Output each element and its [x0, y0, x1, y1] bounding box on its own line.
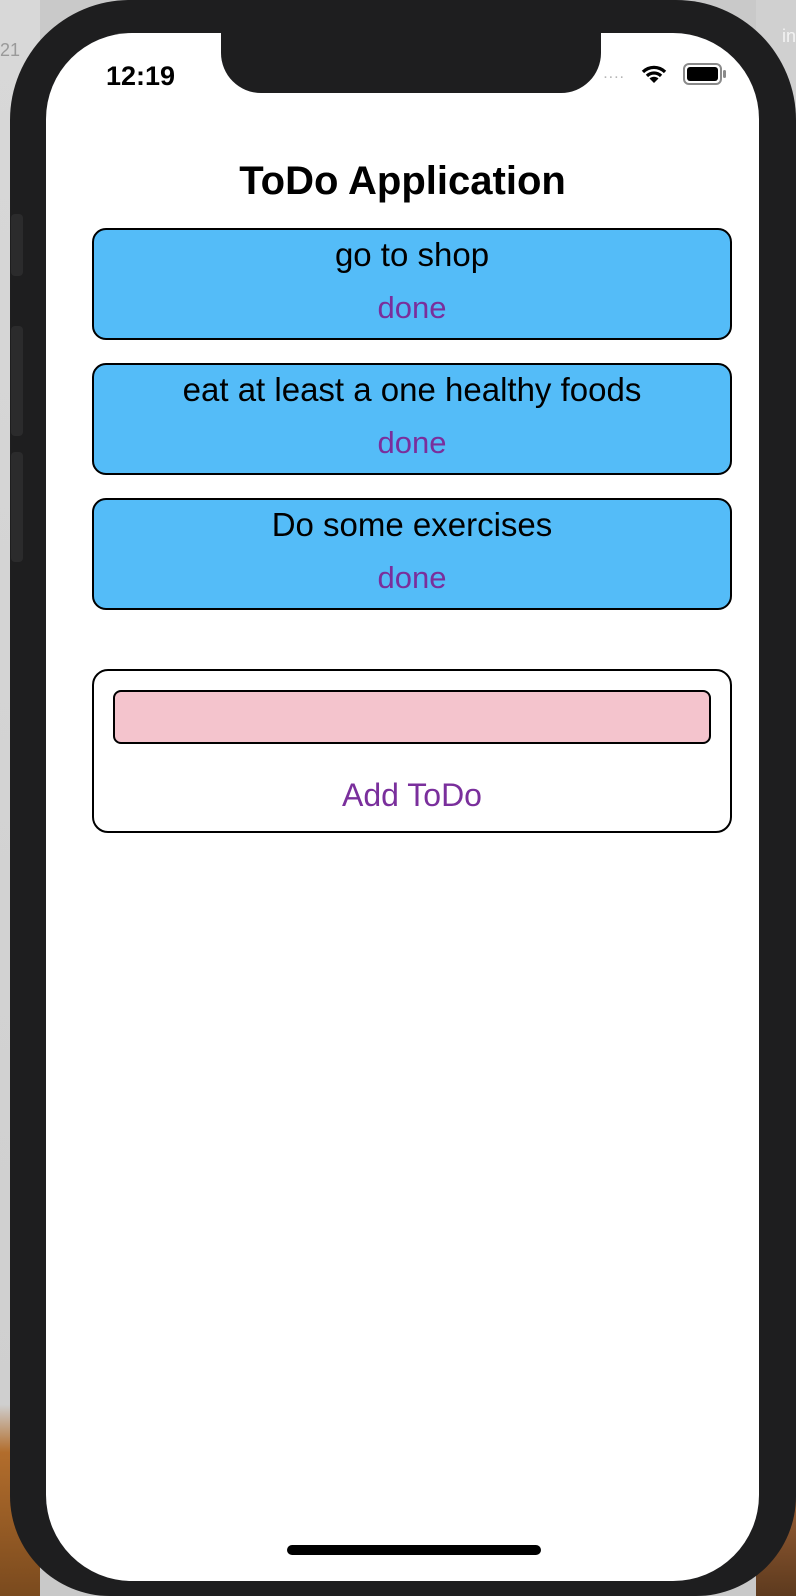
todo-item-text: go to shop	[334, 236, 490, 273]
done-button[interactable]: done	[94, 425, 730, 461]
desktop-label-left: 21	[0, 40, 21, 60]
todo-item: go to shop done	[92, 228, 732, 340]
add-todo-button[interactable]: Add ToDo	[94, 777, 730, 814]
phone-screen: 12:19 .... ToDo Application go to shop d…	[46, 33, 759, 1581]
wifi-icon	[639, 63, 669, 85]
todo-item: Do some exercises done	[92, 498, 732, 610]
status-icons: ....	[603, 63, 727, 85]
done-button[interactable]: done	[94, 290, 730, 326]
volume-up-button	[11, 326, 23, 436]
status-time: 12:19	[106, 61, 176, 91]
todo-item: eat at least a one healthy foods done	[92, 363, 732, 475]
desktop-label-right: in	[781, 26, 796, 46]
home-indicator[interactable]	[287, 1545, 541, 1555]
phone-frame: 12:19 .... ToDo Application go to shop d…	[10, 0, 796, 1596]
todo-item-text: Do some exercises	[271, 506, 553, 543]
volume-down-button	[11, 452, 23, 562]
signal-dots: ....	[603, 65, 625, 82]
battery-icon	[683, 63, 727, 85]
new-todo-input[interactable]	[113, 690, 711, 744]
silent-switch	[11, 214, 23, 276]
add-todo-panel: Add ToDo	[92, 669, 732, 833]
page-title: ToDo Application	[239, 159, 566, 203]
todo-item-text: eat at least a one healthy foods	[182, 371, 642, 408]
camera-notch	[221, 33, 601, 93]
done-button[interactable]: done	[94, 560, 730, 596]
